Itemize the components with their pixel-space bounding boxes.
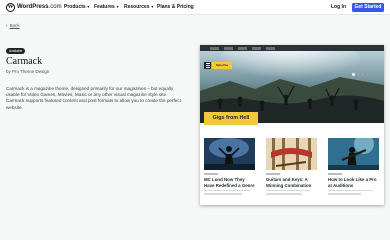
preview-post-card: Guitars and Keys: A Winning Combination [266,138,317,195]
hero-caption: Gigs from Hell [204,112,258,125]
post-thumbnail [328,138,379,170]
nav-products[interactable]: Products▼ [64,4,90,10]
post-thumbnail [204,138,255,170]
nav-features[interactable]: Features▼ [94,4,119,10]
brand-name[interactable]: WordPress.com [17,4,62,10]
post-title: MC Lund Now They Have Redefined a Genre [204,177,255,188]
back-label: Back [9,23,20,28]
theme-title: Carmack [6,56,43,67]
preview-post-card: MC Lund Now They Have Redefined a Genre [204,138,255,195]
post-title: Guitars and Keys: A Winning Combination [266,177,312,188]
post-title: How to Look Like a Pro at Auditions [328,177,377,188]
chevron-down-icon: ▼ [115,4,120,9]
theme-author: by Pro Theme Design [6,69,50,74]
wordpress-logo-icon[interactable]: W [6,3,15,12]
back-link[interactable]: ‹ Back [6,23,20,29]
top-navigation: W WordPress.com Products▼ Features▼ Reso… [0,0,390,15]
hamburger-menu-icon [204,62,211,69]
chevron-down-icon: ▼ [86,4,91,9]
theme-preview[interactable]: Subscribe Gigs from Hell MC Lund Now The… [200,45,384,205]
nav-resources[interactable]: Resources▼ [124,4,154,10]
preview-subscribe-button: Subscribe [212,62,232,69]
theme-description: Carmack is a magazine theme, designed pr… [6,86,181,110]
preview-post-card: How to Look Like a Pro at Auditions [328,138,379,195]
get-started-button[interactable]: Get Started [352,3,384,12]
availability-badge: Available [6,48,26,54]
nav-plans-pricing[interactable]: Plans & Pricing [157,4,194,10]
post-thumbnail [266,138,317,170]
login-link[interactable]: Log In [331,4,346,10]
chevron-left-icon: ‹ [6,23,8,29]
slider-dots [352,63,370,81]
chevron-down-icon: ▼ [150,4,155,9]
